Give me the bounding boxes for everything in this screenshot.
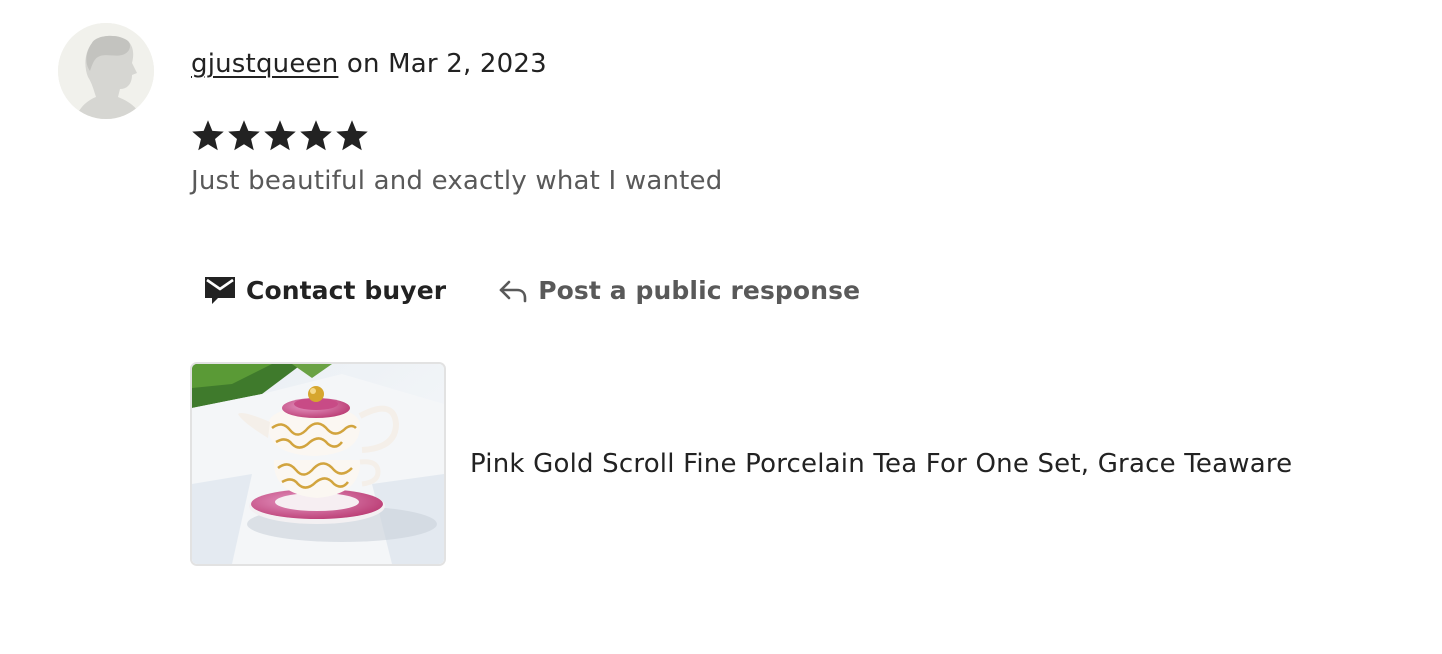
star-rating — [190, 118, 370, 154]
star-filled-icon — [192, 120, 224, 151]
reply-arrow-icon — [498, 276, 528, 304]
review-text: Just beautiful and exactly what I wanted — [191, 166, 723, 196]
purchased-listing: Pink Gold Scroll Fine Porcelain Tea For … — [190, 362, 1292, 566]
reviewer-avatar[interactable] — [58, 23, 154, 119]
listing-title-link[interactable]: Pink Gold Scroll Fine Porcelain Tea For … — [470, 449, 1292, 479]
review-date: Mar 2, 2023 — [388, 49, 547, 79]
review-actions: Contact buyer Post a public response — [190, 266, 874, 314]
envelope-icon — [204, 275, 236, 305]
star-filled-icon — [228, 120, 260, 151]
listing-thumbnail[interactable] — [190, 362, 446, 566]
reviewer-username-link[interactable]: gjustqueen — [191, 49, 338, 79]
post-public-response-button[interactable]: Post a public response — [484, 266, 874, 314]
teapot-image — [192, 364, 444, 564]
user-silhouette-icon — [58, 23, 154, 119]
contact-buyer-button[interactable]: Contact buyer — [190, 266, 460, 314]
review-byline: gjustqueen on Mar 2, 2023 — [191, 49, 547, 79]
star-filled-icon — [336, 120, 368, 151]
star-filled-icon — [264, 120, 296, 151]
contact-buyer-label: Contact buyer — [246, 275, 447, 305]
star-filled-icon — [300, 120, 332, 151]
date-prefix: on — [346, 49, 380, 79]
review-card: gjustqueen on Mar 2, 2023 Just beautiful… — [0, 0, 1442, 654]
post-public-response-label: Post a public response — [538, 275, 861, 305]
